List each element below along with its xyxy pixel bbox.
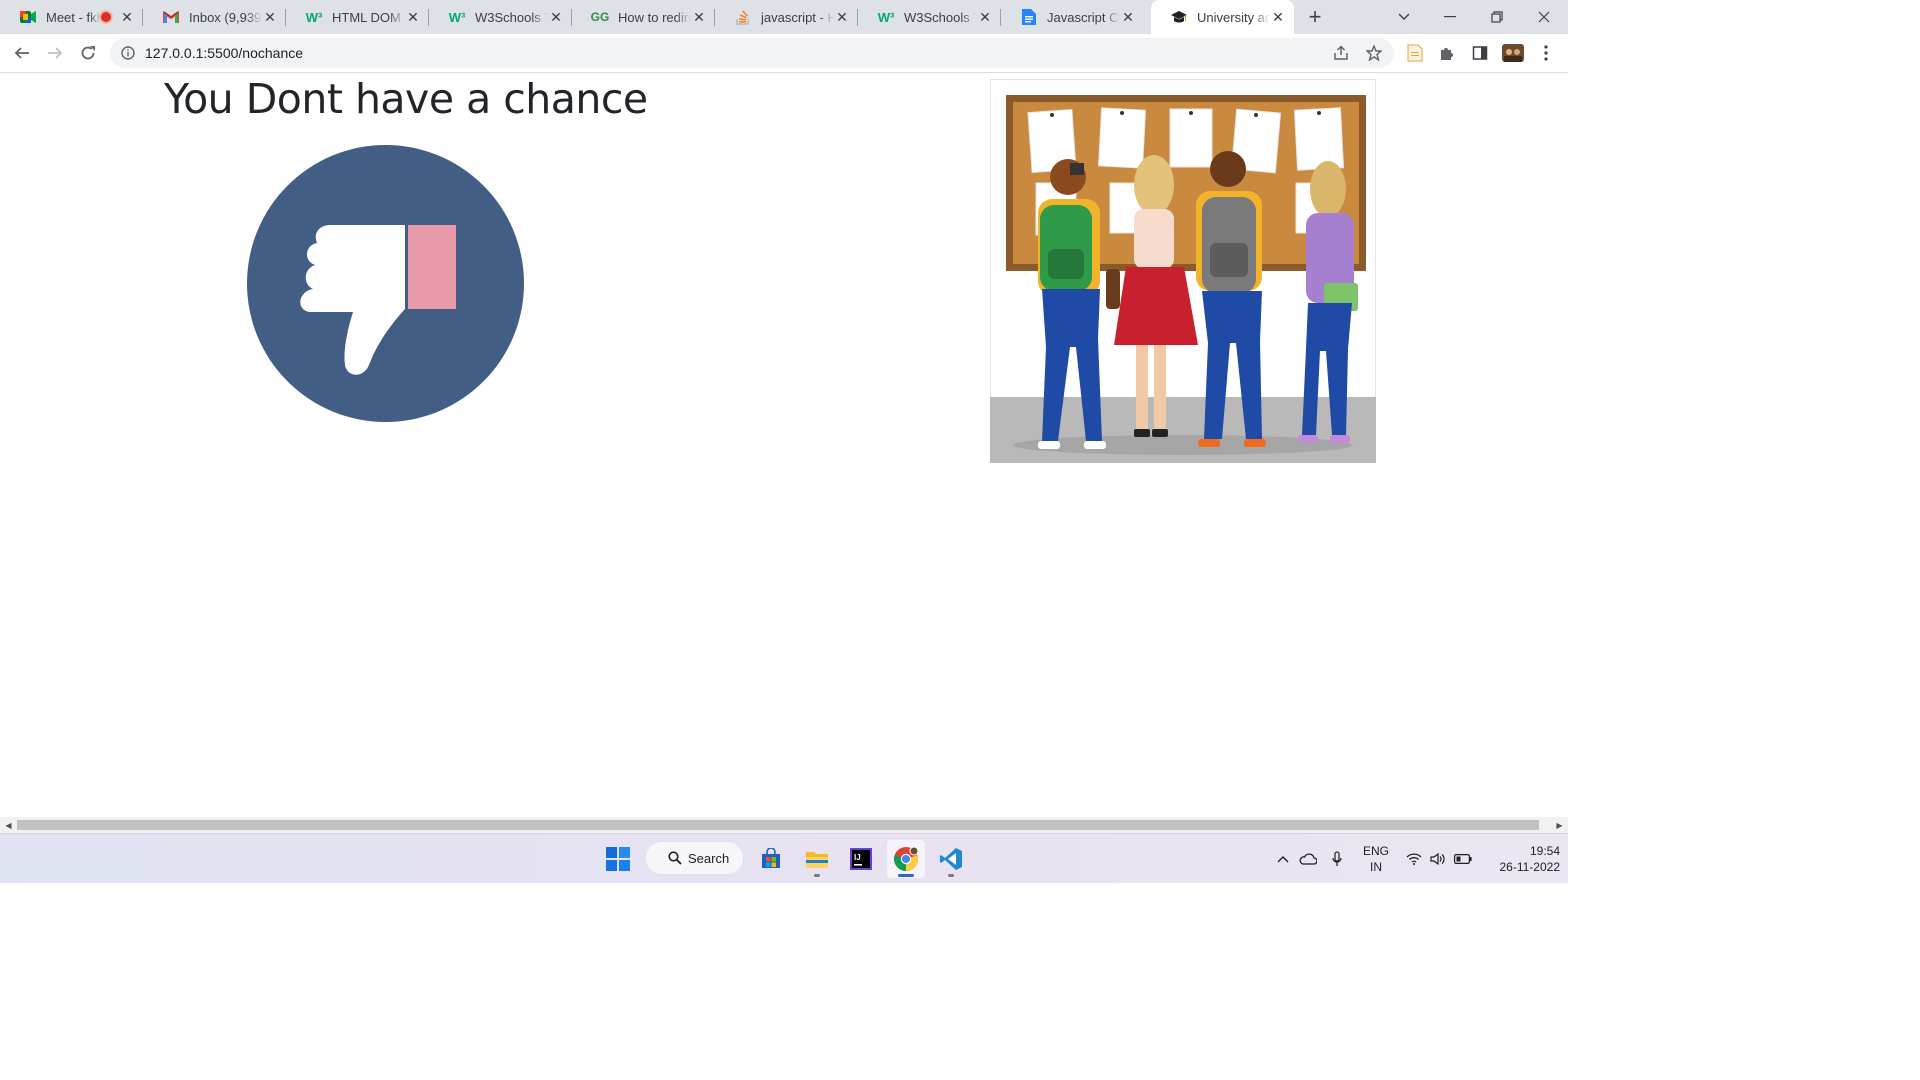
input-language-indicator[interactable]: ENG IN xyxy=(1356,843,1396,875)
wifi-icon[interactable] xyxy=(1405,834,1423,883)
close-tab-icon[interactable]: ✕ xyxy=(119,9,135,25)
close-tab-icon[interactable]: ✕ xyxy=(977,9,993,25)
graduation-cap-icon xyxy=(1171,9,1187,25)
windows-taskbar: Search IJ ENG IN 19:54 26-11-2022 xyxy=(0,833,1568,883)
scrollbar-thumb[interactable] xyxy=(17,820,1539,830)
file-explorer-icon[interactable] xyxy=(798,840,836,878)
volume-icon[interactable] xyxy=(1429,834,1447,883)
svg-text:IJ: IJ xyxy=(854,853,861,862)
tab-university-admission[interactable]: University adm ✕ xyxy=(1151,0,1294,34)
intellij-idea-icon[interactable]: IJ xyxy=(842,840,880,878)
search-label: Search xyxy=(688,850,730,866)
students-notice-board-image xyxy=(990,79,1376,463)
tab-title: Javascript Cha xyxy=(1047,9,1120,25)
tab-title: University adm xyxy=(1197,9,1270,25)
tab-title: HTML DOM In xyxy=(332,9,405,25)
google-meet-icon xyxy=(20,9,36,25)
browser-toolbar: 127.0.0.1:5500/nochance xyxy=(0,34,1568,73)
language-code: ENG xyxy=(1362,844,1389,858)
bookmark-star-icon[interactable] xyxy=(1360,39,1388,67)
close-tab-icon[interactable]: ✕ xyxy=(405,9,421,25)
start-button[interactable] xyxy=(599,840,637,878)
tab-search-chevron-icon[interactable] xyxy=(1381,0,1427,34)
chrome-icon[interactable] xyxy=(887,840,925,878)
extensions-puzzle-icon[interactable] xyxy=(1433,39,1461,67)
reload-icon xyxy=(81,46,95,60)
forward-button[interactable] xyxy=(41,39,69,67)
back-arrow-icon xyxy=(14,47,29,59)
microphone-icon[interactable] xyxy=(1328,834,1346,883)
region-code: IN xyxy=(1370,860,1382,874)
close-tab-icon[interactable]: ✕ xyxy=(1120,9,1136,25)
page-heading: You Dont have a chance xyxy=(164,75,648,123)
w3schools-icon: W³ xyxy=(877,9,895,25)
reload-button[interactable] xyxy=(74,39,102,67)
minimize-button[interactable] xyxy=(1427,0,1473,34)
stackoverflow-icon xyxy=(735,9,751,25)
active-indicator xyxy=(898,874,914,877)
new-tab-button[interactable]: + xyxy=(1302,4,1328,29)
geeksforgeeks-icon: GG xyxy=(590,10,610,24)
running-indicator xyxy=(814,874,820,877)
tab-gmail[interactable]: Inbox (9,939) ✕ xyxy=(143,0,286,34)
running-indicator xyxy=(948,874,954,877)
tab-title: How to redirect xyxy=(618,9,691,25)
scroll-right-icon[interactable]: ▶ xyxy=(1551,817,1568,833)
tab-how-to-redirect[interactable]: GG How to redirect ✕ xyxy=(572,0,715,34)
close-tab-icon[interactable]: ✕ xyxy=(548,9,564,25)
tab-w3schools-try-1[interactable]: W³ W3Schools Try ✕ xyxy=(429,0,572,34)
horizontal-scrollbar[interactable]: ◀ ▶ xyxy=(0,817,1568,833)
tab-strip: Meet - fkh ✕ Inbox (9,939) ✕ W³ HTML DOM… xyxy=(0,0,1568,34)
chrome-menu-icon[interactable] xyxy=(1532,39,1560,67)
tab-javascript-doc[interactable]: Javascript Cha ✕ xyxy=(1001,0,1144,34)
side-panel-icon[interactable] xyxy=(1466,39,1494,67)
gmail-icon xyxy=(163,9,179,25)
tab-meet[interactable]: Meet - fkh ✕ xyxy=(0,0,143,34)
w3schools-icon: W³ xyxy=(448,9,466,25)
tab-title: W3Schools Try xyxy=(475,9,548,25)
tab-title: Meet - fkh xyxy=(46,9,101,25)
google-docs-icon xyxy=(1021,9,1037,25)
extension-document-icon[interactable] xyxy=(1401,39,1429,67)
page-content: You Dont have a chance xyxy=(0,73,1568,817)
tab-stackoverflow[interactable]: javascript - Ho ✕ xyxy=(715,0,858,34)
tab-w3schools-try-2[interactable]: W³ W3Schools Try ✕ xyxy=(858,0,1001,34)
close-tab-icon[interactable]: ✕ xyxy=(834,9,850,25)
battery-icon[interactable] xyxy=(1453,834,1473,883)
system-clock[interactable]: 19:54 26-11-2022 xyxy=(1478,843,1561,875)
thumbs-down-icon xyxy=(247,145,524,422)
clock-time: 19:54 xyxy=(1529,844,1560,858)
search-icon xyxy=(668,851,682,865)
forward-arrow-icon xyxy=(48,47,63,59)
tab-title: Inbox (9,939) xyxy=(189,9,262,25)
taskbar-search[interactable]: Search xyxy=(645,841,744,875)
tab-title: javascript - Ho xyxy=(761,9,834,25)
close-tab-icon[interactable]: ✕ xyxy=(1270,9,1286,25)
onedrive-cloud-icon[interactable] xyxy=(1297,834,1319,883)
close-window-button[interactable] xyxy=(1521,0,1567,34)
url-text[interactable]: 127.0.0.1:5500/nochance xyxy=(145,45,303,61)
profile-avatar-icon[interactable] xyxy=(1499,39,1527,67)
back-button[interactable] xyxy=(8,39,36,67)
site-info-icon[interactable] xyxy=(120,45,136,61)
vscode-icon[interactable] xyxy=(932,840,970,878)
recording-indicator-icon xyxy=(101,12,111,22)
show-hidden-icons-chevron-icon[interactable] xyxy=(1274,834,1292,883)
address-bar[interactable]: 127.0.0.1:5500/nochance xyxy=(110,38,1394,68)
clock-date: 26-11-2022 xyxy=(1499,860,1561,874)
tab-title: W3Schools Try xyxy=(904,9,977,25)
close-tab-icon[interactable]: ✕ xyxy=(691,9,707,25)
tab-html-dom[interactable]: W³ HTML DOM In ✕ xyxy=(286,0,429,34)
close-tab-icon[interactable]: ✕ xyxy=(262,9,278,25)
w3schools-icon: W³ xyxy=(305,9,323,25)
scroll-left-icon[interactable]: ◀ xyxy=(0,817,17,833)
share-icon[interactable] xyxy=(1327,39,1355,67)
microsoft-store-icon[interactable] xyxy=(752,840,790,878)
restore-button[interactable] xyxy=(1474,0,1520,34)
windows-logo-icon xyxy=(606,847,630,871)
